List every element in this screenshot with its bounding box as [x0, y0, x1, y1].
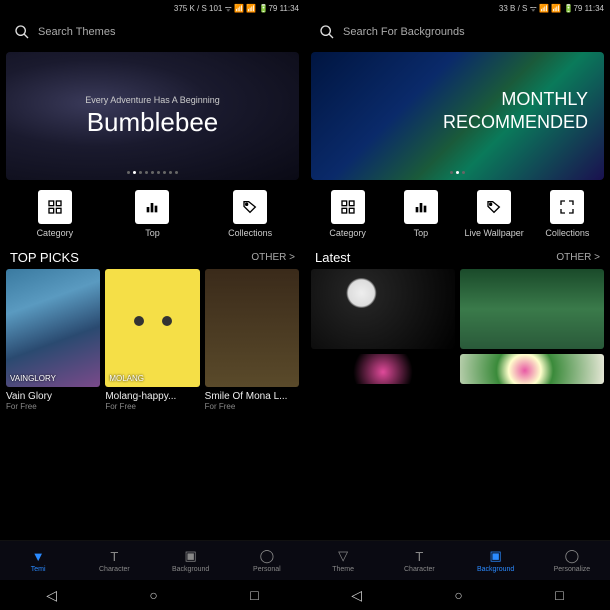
wallpaper-grid [305, 269, 610, 384]
home-icon[interactable]: ○ [149, 587, 157, 603]
search-bar[interactable]: Search Themes [0, 16, 305, 48]
top-button[interactable]: Top [386, 190, 456, 238]
grid-icon [331, 190, 365, 224]
carousel-dots [6, 171, 299, 174]
card-thumb [205, 269, 299, 387]
section-title: TOP PICKS [10, 250, 79, 265]
system-nav: ◁ ○ □ [0, 580, 305, 610]
theme-card[interactable]: Smile Of Mona L... For Free [205, 269, 299, 411]
image-icon: ▣ [184, 548, 196, 564]
category-button[interactable]: Category [20, 190, 90, 238]
quick-nav: Category Top Live Wallpaper Collections [305, 180, 610, 244]
search-icon [319, 24, 335, 40]
search-bar[interactable]: Search For Backgrounds [305, 16, 610, 48]
hero-tagline: Every Adventure Has A Beginning [85, 95, 220, 105]
card-thumb: MOLANG [105, 269, 199, 387]
tab-background[interactable]: ▣Background [153, 548, 229, 573]
expand-icon [550, 190, 584, 224]
right-screen: 33 B / S ᯤ 📶 📶 🔋79 11:34 Search For Back… [305, 0, 610, 610]
more-link[interactable]: OTHER > [251, 252, 295, 263]
hero-title: Bumblebee [87, 107, 219, 138]
card-thumb: VAINGLORY [6, 269, 100, 387]
recent-icon[interactable]: □ [555, 587, 563, 603]
person-icon: ◯ [565, 548, 580, 564]
tab-theme[interactable]: ▽Theme [305, 548, 381, 573]
brush-icon: ▼ [32, 549, 45, 564]
bottom-tabs: ▼Temi TCharacter ▣Background ◯Personal [0, 540, 305, 580]
top-button[interactable]: Top [117, 190, 187, 238]
text-icon: T [110, 549, 118, 564]
hero-banner[interactable]: MONTHLYRECOMMENDED [311, 52, 604, 180]
wallpaper-thumb[interactable] [460, 354, 604, 384]
recent-icon[interactable]: □ [250, 587, 258, 603]
chart-icon [135, 190, 169, 224]
text-icon: T [415, 549, 423, 564]
section-header: TOP PICKS OTHER > [0, 244, 305, 269]
system-nav: ◁ ○ □ [305, 580, 610, 610]
search-placeholder: Search Themes [38, 26, 115, 38]
section-header: Latest OTHER > [305, 244, 610, 269]
tab-personalize[interactable]: ◯Personalize [534, 548, 610, 573]
section-title: Latest [315, 250, 350, 265]
image-icon: ▣ [489, 548, 501, 564]
wallpaper-thumb[interactable] [460, 269, 604, 349]
person-icon: ◯ [260, 548, 275, 564]
left-screen: 375 K / S 101 ᯤ 📶 📶 🔋79 11:34 Search The… [0, 0, 305, 610]
search-icon [14, 24, 30, 40]
bottom-tabs: ▽Theme TCharacter ▣Background ◯Personali… [305, 540, 610, 580]
tab-character[interactable]: TCharacter [76, 549, 152, 573]
brush-icon: ▽ [338, 548, 348, 564]
tab-themes[interactable]: ▼Temi [0, 549, 76, 573]
hero-banner[interactable]: Every Adventure Has A Beginning Bumblebe… [6, 52, 299, 180]
hero-title: MONTHLYRECOMMENDED [443, 88, 588, 135]
theme-card[interactable]: MOLANG Molang-happy... For Free [105, 269, 199, 411]
theme-cards: VAINGLORY Vain Glory For Free MOLANG Mol… [0, 269, 305, 411]
more-link[interactable]: OTHER > [556, 252, 600, 263]
back-icon[interactable]: ◁ [46, 587, 57, 604]
status-bar: 375 K / S 101 ᯤ 📶 📶 🔋79 11:34 [0, 0, 305, 16]
tag-icon [477, 190, 511, 224]
live-wallpaper-button[interactable]: Live Wallpaper [459, 190, 529, 238]
theme-card[interactable]: VAINGLORY Vain Glory For Free [6, 269, 100, 411]
status-bar: 33 B / S ᯤ 📶 📶 🔋79 11:34 [305, 0, 610, 16]
tab-character[interactable]: TCharacter [381, 549, 457, 573]
collections-button[interactable]: Collections [532, 190, 602, 238]
tab-personal[interactable]: ◯Personal [229, 548, 305, 573]
grid-icon [38, 190, 72, 224]
home-icon[interactable]: ○ [454, 587, 462, 603]
quick-nav: Category Top Collections [0, 180, 305, 244]
wallpaper-thumb[interactable] [311, 354, 455, 384]
carousel-dots [311, 171, 604, 174]
back-icon[interactable]: ◁ [351, 587, 362, 604]
tag-icon [233, 190, 267, 224]
chart-icon [404, 190, 438, 224]
tab-background[interactable]: ▣Background [458, 548, 534, 573]
category-button[interactable]: Category [313, 190, 383, 238]
search-placeholder: Search For Backgrounds [343, 26, 465, 38]
wallpaper-thumb[interactable] [311, 269, 455, 349]
collections-button[interactable]: Collections [215, 190, 285, 238]
